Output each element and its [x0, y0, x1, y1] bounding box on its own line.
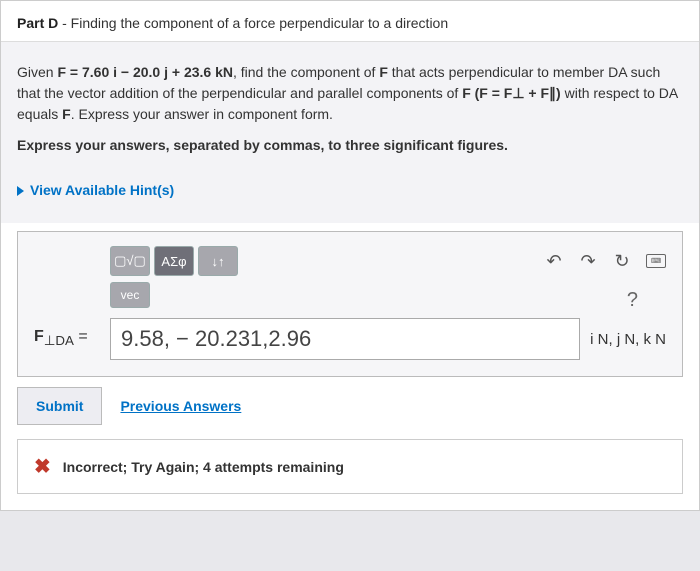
answer-input[interactable]: [110, 318, 580, 360]
sym: F: [379, 64, 388, 80]
part-header: Part D - Finding the component of a forc…: [1, 1, 699, 42]
previous-answers-link[interactable]: Previous Answers: [120, 398, 241, 414]
icon-label: ΑΣφ: [161, 254, 186, 269]
part-title: - Finding the component of a force perpe…: [58, 15, 448, 31]
sym: F: [62, 106, 71, 122]
text: . Express your answer in component form.: [71, 106, 333, 122]
sym: F (F = F⊥ + F∥): [462, 85, 561, 101]
answer-area: ▢√▢ ΑΣφ ↓↑ ↶ ↷ ↻ ⌨ vec ? F⊥DA = i N, j N…: [17, 231, 683, 377]
subscript-button[interactable]: ↓↑: [198, 246, 238, 276]
instruction-text: Express your answers, separated by comma…: [17, 135, 683, 156]
undo-icon[interactable]: ↶: [544, 251, 564, 271]
incorrect-icon: ✖: [34, 454, 51, 479]
help-icon[interactable]: ?: [627, 289, 638, 312]
icon-label: ▢√▢: [114, 253, 146, 269]
vector-button[interactable]: vec: [110, 282, 150, 308]
icon-label: ↓↑: [212, 254, 225, 269]
units-label: i N, j N, k N: [590, 331, 666, 348]
redo-icon[interactable]: ↷: [578, 251, 598, 271]
feedback-box: ✖ Incorrect; Try Again; 4 attempts remai…: [17, 439, 683, 494]
submit-button[interactable]: Submit: [17, 387, 102, 425]
problem-statement: Given F = 7.60 i − 20.0 j + 23.6 kN, fin…: [17, 62, 683, 125]
text: Given: [17, 64, 57, 80]
feedback-text: Incorrect; Try Again; 4 attempts remaini…: [63, 459, 344, 475]
equation-toolbar: ▢√▢ ΑΣφ ↓↑ ↶ ↷ ↻ ⌨: [110, 246, 666, 276]
chevron-right-icon: [17, 186, 24, 196]
part-label: Part D: [17, 15, 58, 31]
symbols-button[interactable]: ΑΣφ: [154, 246, 194, 276]
given-equation: F = 7.60 i − 20.0 j + 23.6 kN: [57, 64, 233, 80]
hint-label: View Available Hint(s): [30, 180, 174, 201]
keyboard-icon[interactable]: ⌨: [646, 251, 666, 271]
template-button[interactable]: ▢√▢: [110, 246, 150, 276]
text: , find the component of: [233, 64, 379, 80]
reset-icon[interactable]: ↻: [612, 251, 632, 271]
icon-label: vec: [121, 288, 140, 302]
view-hints-toggle[interactable]: View Available Hint(s): [17, 180, 174, 201]
variable-label: F⊥DA =: [34, 328, 100, 349]
problem-body: Given F = 7.60 i − 20.0 j + 23.6 kN, fin…: [1, 42, 699, 223]
